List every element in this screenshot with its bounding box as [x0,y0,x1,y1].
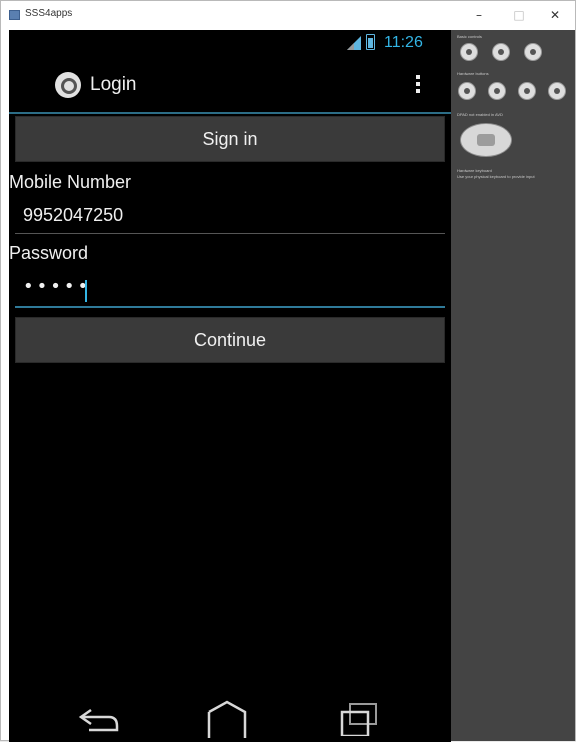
mobile-number-field[interactable]: 9952047250 [15,198,445,234]
menu-dot [416,82,420,86]
dpad-control[interactable] [460,123,512,157]
device-screen: 11:26 Login Sign in Mobile Number 995204… [9,30,451,742]
text-cursor [85,280,87,302]
close-button[interactable]: ✕ [535,4,575,26]
panel-label-keyboard-hint: Use your physical keyboard to provide in… [457,174,535,179]
home-hw-button[interactable] [458,82,476,100]
window-app-icon [9,10,20,20]
app-logo-icon[interactable] [55,72,81,98]
volume-up-button[interactable] [524,43,542,61]
password-field[interactable]: ••••• [15,272,445,308]
battery-icon [366,34,375,50]
status-time: 11:26 [384,34,423,51]
search-hw-button[interactable] [548,82,566,100]
status-bar: 11:26 [9,30,451,60]
continue-button[interactable]: Continue [15,317,445,363]
password-value: ••••• [23,276,92,297]
back-icon[interactable] [75,702,123,732]
volume-down-button[interactable] [492,43,510,61]
sign-in-button[interactable]: Sign in [15,116,445,162]
panel-label-dpad: DPAD not enabled in AVD [457,112,503,117]
home-icon[interactable] [204,698,250,738]
window-title: SSS4apps [25,8,73,19]
panel-label-hardware: Hardware buttons [457,71,489,76]
emulator-window: SSS4apps – □ ✕ 11:26 Login Sign in Mobil… [0,0,576,742]
action-bar: Login [9,62,451,114]
menu-hw-button[interactable] [488,82,506,100]
emulator-control-panel: Basic controls Hardware buttons DPAD not… [451,30,575,741]
menu-dot [416,89,420,93]
power-button[interactable] [460,43,478,61]
maximize-button[interactable]: □ [499,4,539,26]
password-label: Password [9,243,89,263]
page-title: Login [90,74,137,95]
mobile-number-value: 9952047250 [23,205,124,225]
mobile-number-label: Mobile Number [9,172,132,192]
overflow-menu-icon[interactable] [411,73,425,99]
panel-label-basic: Basic controls [457,34,482,39]
menu-dot [416,75,420,79]
panel-label-keyboard: Hardware keyboard [457,168,492,173]
minimize-button[interactable]: – [459,4,499,26]
recents-icon[interactable] [336,700,380,736]
signal-icon [347,36,361,50]
back-hw-button[interactable] [518,82,536,100]
title-bar: SSS4apps – □ ✕ [1,1,575,30]
navigation-bar [9,698,451,742]
